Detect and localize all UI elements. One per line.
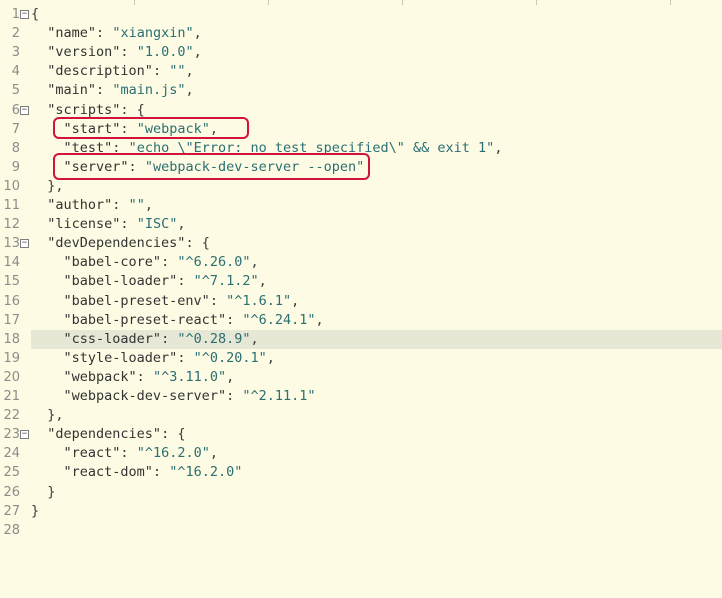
- code-line[interactable]: 23− "dependencies": {: [0, 425, 722, 444]
- line-number: 7: [11, 121, 20, 137]
- code-text: "react-dom": "^16.2.0": [63, 464, 243, 481]
- line-number: 19: [3, 350, 20, 366]
- line-number: 8: [11, 140, 20, 156]
- line-number: 23: [3, 427, 20, 443]
- code-text: {: [31, 6, 40, 22]
- line-number: 4: [11, 64, 20, 80]
- code-line[interactable]: 11 "author": "",: [0, 196, 722, 215]
- line-number: 18: [3, 331, 20, 347]
- code-text: "main": "main.js",: [47, 82, 194, 99]
- line-number: 1: [11, 7, 20, 22]
- line-number: 28: [3, 522, 20, 538]
- highlight-box-server: [53, 153, 370, 180]
- fold-toggle-icon[interactable]: −: [20, 239, 29, 249]
- line-number: 13: [3, 236, 20, 252]
- line-number: 3: [11, 45, 20, 61]
- line-number: 2: [11, 26, 20, 42]
- line-number: 14: [3, 255, 20, 271]
- line-number: 17: [3, 312, 20, 328]
- line-number: 20: [3, 369, 20, 385]
- highlight-box-start: [53, 117, 249, 139]
- code-line-current[interactable]: 18 "css-loader": "^0.28.9",: [3, 329, 722, 349]
- code-line[interactable]: 17 "babel-preset-react": "^6.24.1",: [0, 311, 722, 330]
- fold-toggle-icon[interactable]: −: [20, 105, 29, 115]
- line-number: 24: [3, 446, 20, 462]
- line-number: 5: [11, 83, 20, 99]
- code-text: "webpack-dev-server": "^2.11.1": [63, 388, 316, 404]
- line-number: 16: [3, 293, 20, 309]
- code-line[interactable]: 20 "webpack": "^3.11.0",: [0, 368, 722, 387]
- code-text: "babel-loader": "^7.1.2",: [63, 273, 267, 290]
- line-number: 15: [3, 274, 20, 290]
- code-line[interactable]: 14 "babel-core": "^6.26.0",: [0, 253, 722, 272]
- line-number: 9: [11, 159, 20, 175]
- code-text: "react": "^16.2.0",: [63, 445, 218, 462]
- line-number: 22: [3, 408, 20, 424]
- code-editor[interactable]: 1−{2 "name": "xiangxin", 3 "version": "1.…: [0, 0, 722, 598]
- code-line[interactable]: 27}: [0, 502, 722, 521]
- code-text: "description": "",: [47, 63, 194, 80]
- code-line[interactable]: 19 "style-loader": "^0.20.1",: [0, 349, 722, 368]
- code-text: "webpack": "^3.11.0",: [63, 368, 235, 385]
- code-line[interactable]: 2 "name": "xiangxin",: [0, 24, 722, 43]
- code-line[interactable]: 28: [0, 521, 722, 540]
- code-text: "babel-core": "^6.26.0",: [63, 254, 259, 271]
- code-line[interactable]: 1−{: [0, 5, 722, 24]
- code-text: "author": "",: [47, 197, 153, 213]
- code-line[interactable]: 13− "devDependencies": {: [0, 234, 722, 253]
- code-text: "dependencies": {: [47, 426, 186, 443]
- code-text: "version": "1.0.0",: [47, 44, 202, 61]
- code-line[interactable]: 16 "babel-preset-env": "^1.6.1",: [0, 292, 722, 311]
- line-number: 10: [3, 178, 20, 194]
- line-number: 25: [3, 465, 20, 481]
- code-text: "babel-preset-env": "^1.6.1",: [63, 292, 300, 309]
- code-text: "babel-preset-react": "^6.24.1",: [63, 311, 324, 328]
- code-text: "css-loader": "^0.28.9",: [63, 330, 259, 347]
- fold-toggle-icon[interactable]: −: [20, 10, 29, 19]
- code-text: }: [31, 502, 40, 519]
- code-text: "name": "xiangxin",: [47, 25, 202, 42]
- code-text: },: [31, 407, 64, 424]
- code-line[interactable]: 21 "webpack-dev-server": "^2.11.1": [0, 387, 722, 406]
- code-line[interactable]: 5 "main": "main.js",: [0, 81, 722, 100]
- fold-toggle-icon[interactable]: −: [20, 430, 29, 440]
- code-text: "license": "ISC",: [47, 216, 186, 233]
- code-text: "style-loader": "^0.20.1",: [63, 349, 275, 366]
- line-number: 6: [11, 102, 20, 118]
- code-line[interactable]: 3 "version": "1.0.0",: [0, 43, 722, 62]
- code-line[interactable]: 25 "react-dom": "^16.2.0": [0, 463, 722, 482]
- code-line[interactable]: 22 },: [0, 406, 722, 425]
- code-line[interactable]: 15 "babel-loader": "^7.1.2",: [0, 272, 722, 291]
- line-number: 26: [3, 484, 20, 500]
- line-number: 27: [3, 503, 20, 519]
- code-text: "devDependencies": {: [47, 235, 210, 252]
- code-text: }: [31, 483, 56, 500]
- line-number: 11: [3, 198, 20, 213]
- code-line[interactable]: 12 "license": "ISC",: [0, 215, 722, 234]
- code-line[interactable]: 24 "react": "^16.2.0",: [0, 444, 722, 463]
- line-number: 21: [3, 389, 20, 404]
- line-number: 12: [3, 217, 20, 233]
- code-line[interactable]: 4 "description": "",: [0, 62, 722, 81]
- code-line[interactable]: 26 }: [0, 483, 722, 502]
